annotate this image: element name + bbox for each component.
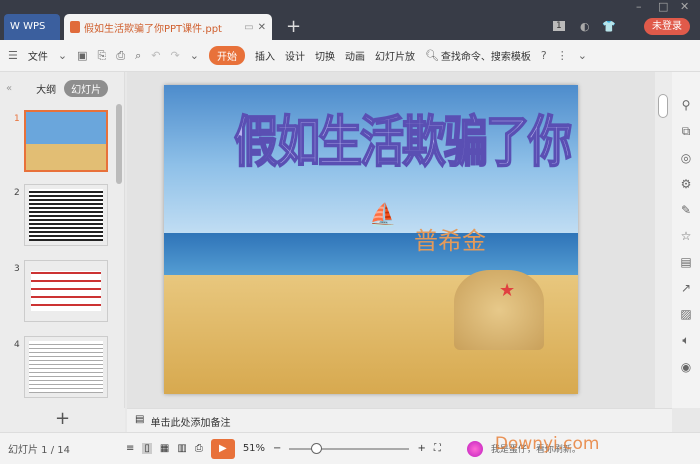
settings-sliders-icon[interactable]: ⚙ (681, 177, 692, 191)
sailboat-icon: ⛵ (369, 203, 397, 228)
zoom-slider-knob[interactable] (311, 442, 323, 454)
window-count-badge[interactable]: 1 (553, 21, 565, 31)
canvas-scrollbar[interactable] (655, 72, 672, 408)
tab-design[interactable]: 设计 (285, 48, 305, 63)
image-icon[interactable]: ▨ (680, 307, 691, 321)
slide-counter: 幻灯片 1 / 14 (8, 445, 70, 456)
avatar[interactable] (466, 440, 483, 457)
slide-number: 3 (14, 264, 20, 274)
menu-icon[interactable]: ☰ (8, 49, 18, 62)
tab-insert[interactable]: 插入 (255, 48, 275, 63)
animation-icon[interactable]: ✎ (681, 203, 691, 217)
chevron-down-icon[interactable]: ⌄ (58, 49, 67, 62)
document-tab-label: 假如生活欺骗了你PPT课件.ppt (84, 23, 222, 35)
slide-number: 2 (14, 188, 20, 198)
slide-panel: « 大纲 幻灯片 1 2 3 4 (0, 72, 125, 408)
ribbon-toolbar: ☰ 文件 ⌄ ▣ ⎘ ⎙ ⌕ ↶ ↷ ⌄ 开始 插入 设计 切换 动画 幻灯片放… (0, 40, 700, 72)
fit-window-icon[interactable]: ⛶ (434, 443, 441, 454)
normal-view-icon[interactable]: ▯ (142, 443, 152, 454)
save-icon[interactable]: ▣ (77, 49, 87, 62)
shirt-icon[interactable]: 👕 (602, 20, 616, 33)
right-tool-bar: ⚲ ⧉ ◎ ⚙ ✎ ☆ ▤ ↗ ▨ 🔈︎ ◉ (672, 72, 700, 408)
pin-icon[interactable]: ⚲ (682, 98, 691, 112)
template-icon[interactable]: ▤ (680, 255, 691, 269)
command-search[interactable]: 查找命令、搜索模板 (441, 48, 531, 63)
tab-animation[interactable]: 动画 (345, 48, 365, 63)
slide-thumbnail-2[interactable] (24, 184, 108, 246)
presenter-icon[interactable]: ⎙ (195, 443, 203, 454)
slide-number: 4 (14, 340, 20, 350)
wps-logo-icon: W (10, 21, 24, 32)
print-preview-icon[interactable]: ⌕ (135, 49, 141, 63)
user-status: 我是蛋仔，看你刷新。 Downyi.com (490, 434, 600, 455)
wps-home-tab[interactable]: W WPS (4, 14, 60, 40)
notes-icon: ▤ (135, 414, 145, 425)
undo-icon[interactable]: ↶ (151, 49, 160, 62)
starfish-icon: ★ (499, 280, 516, 301)
print-icon[interactable]: ⎙ (116, 49, 125, 63)
watermark: Downyi.com (494, 434, 600, 454)
zoom-level[interactable]: 51% (243, 443, 265, 454)
slide-thumbnail-4[interactable] (24, 336, 108, 398)
slide-thumbnail-1[interactable] (24, 110, 108, 172)
collapse-panel-icon[interactable]: « (6, 83, 12, 94)
maximize-icon[interactable]: □ (658, 0, 668, 13)
slide-sorter-icon[interactable]: ▦ (160, 443, 169, 454)
minimize-icon[interactable]: – (636, 0, 642, 13)
close-tab-icon[interactable]: ✕ (258, 22, 266, 33)
login-button[interactable]: 未登录 (644, 18, 690, 35)
copy-icon[interactable]: ⧉ (682, 124, 691, 139)
more-options-icon[interactable]: ⋮ (557, 49, 568, 62)
new-tab-button[interactable]: + (286, 16, 301, 37)
slide-editor[interactable]: ⛵ ★ 假如生活欺骗了你 普希金 (164, 85, 578, 394)
slide-thumbnail-3[interactable] (24, 260, 108, 322)
document-tab[interactable]: 假如生活欺骗了你PPT课件.ppt ▭ ✕ (64, 14, 272, 40)
help-icon[interactable]: ? (541, 49, 547, 62)
zoom-slider[interactable] (289, 442, 410, 454)
star-icon[interactable]: ☆ (681, 229, 692, 243)
more-icon[interactable]: ⌄ (190, 49, 199, 62)
scroll-thumb[interactable] (658, 94, 668, 118)
tab-slides[interactable]: 幻灯片 (64, 80, 109, 97)
zoom-out-icon[interactable]: − (273, 443, 281, 454)
reading-view-icon[interactable]: ▥ (177, 443, 186, 454)
format-painter-icon[interactable]: ⎘ (98, 49, 107, 63)
tab-slideshow[interactable]: 幻灯片放 (375, 48, 415, 63)
notes-placeholder: 单击此处添加备注 (150, 418, 231, 429)
notes-area[interactable]: ▤ 单击此处添加备注 (127, 408, 672, 432)
tab-home[interactable]: 开始 (208, 46, 245, 65)
redo-icon[interactable]: ↷ (171, 49, 180, 62)
slide-number: 1 (14, 114, 20, 124)
status-bar: 幻灯片 1 / 14 ≡ ▯ ▦ ▥ ⎙ ▶ 51% − + ⛶ 我是蛋仔，看你… (0, 432, 700, 464)
file-menu[interactable]: 文件 (28, 48, 48, 63)
slide-title[interactable]: 假如生活欺骗了你 (233, 97, 573, 177)
audio-icon[interactable]: 🔈︎ (682, 333, 689, 348)
zoom-in-icon[interactable]: + (417, 443, 425, 454)
tab-transition[interactable]: 切换 (315, 48, 335, 63)
notes-toggle-icon[interactable]: ≡ (126, 443, 134, 454)
collapse-ribbon-icon[interactable]: ⌄ (578, 49, 587, 62)
tab-outline[interactable]: 大纲 (36, 81, 56, 96)
share-icon[interactable]: ↗ (681, 281, 691, 295)
ppt-file-icon (70, 21, 80, 33)
panel-scrollbar[interactable] (116, 104, 122, 184)
shape-icon[interactable]: ◎ (681, 151, 691, 165)
search-icon: 🔍︎ (424, 49, 439, 62)
location-icon[interactable]: ◉ (681, 360, 691, 374)
skin-icon[interactable]: ◐ (580, 20, 590, 33)
play-slideshow-button[interactable]: ▶ (210, 438, 235, 459)
close-window-icon[interactable]: ✕ (680, 0, 689, 13)
add-slide-button[interactable]: + (0, 408, 125, 432)
pin-icon[interactable]: ▭ (244, 22, 253, 33)
slide-author[interactable]: 普希金 (414, 221, 486, 256)
